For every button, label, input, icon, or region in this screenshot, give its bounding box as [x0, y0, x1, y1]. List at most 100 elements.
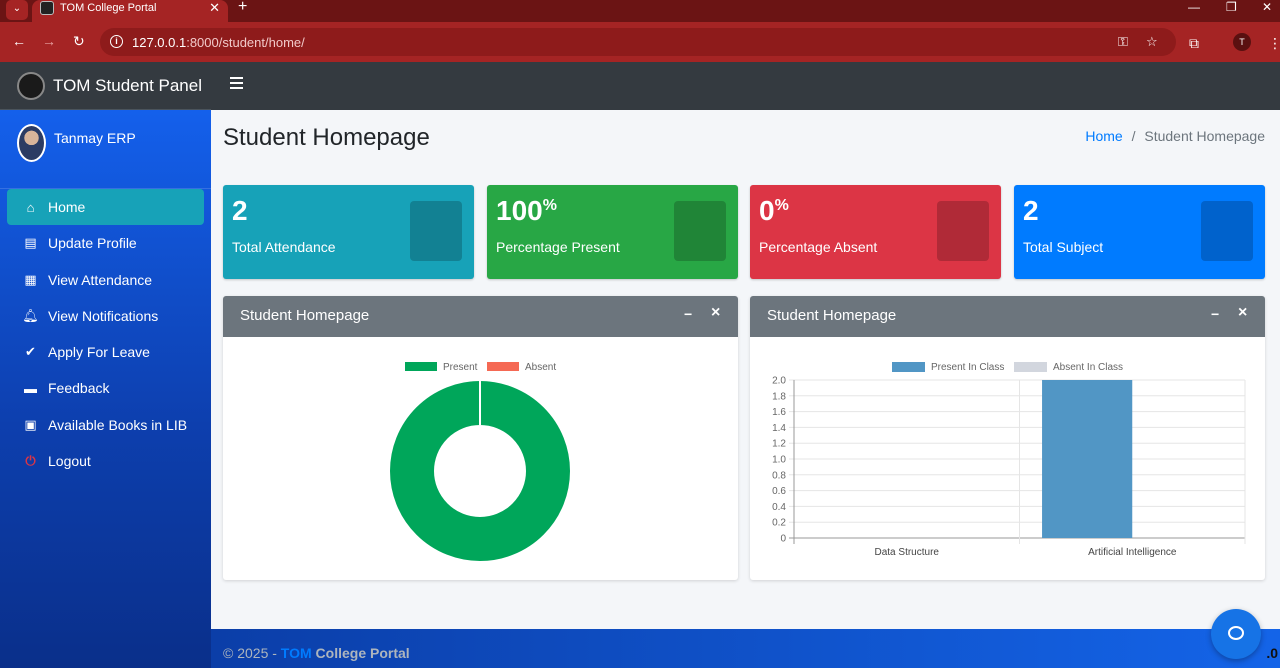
stat-number: 0	[759, 195, 775, 226]
y-tick-label: 1.8	[772, 391, 786, 402]
collapse-icon[interactable]: −	[1211, 306, 1219, 322]
subject-bar-card: Student Homepage − × Present In Class Abs…	[750, 296, 1265, 580]
stat-value: 2	[1023, 195, 1039, 227]
sidebar-item-logout[interactable]: ⏻ Logout	[7, 443, 204, 479]
chat-widget-button[interactable]	[1211, 609, 1261, 659]
footer: © 2025 - TOM College Portal .0	[211, 629, 1280, 668]
sidebar-item-label: Update Profile	[48, 235, 137, 252]
page-title: Student Homepage	[223, 124, 430, 151]
legend-label: Absent	[525, 362, 556, 373]
tab-close-icon[interactable]: ✕	[209, 0, 220, 16]
sidebar-item-label: Logout	[48, 453, 91, 470]
tab-search-button[interactable]: ⌄	[6, 0, 28, 20]
y-tick-label: 2.0	[772, 376, 786, 387]
card-header: Student Homepage − ×	[750, 296, 1265, 337]
new-tab-button[interactable]: +	[238, 0, 247, 15]
y-tick-label: 1.4	[772, 423, 786, 434]
home-icon: ⌂	[26, 199, 35, 215]
sidebar-item-library-books[interactable]: ▣ Available Books in LIB	[7, 407, 204, 443]
close-window-icon[interactable]: ✕	[1262, 0, 1272, 14]
url-text[interactable]: 127.0.0.1:8000/student/home/	[132, 35, 305, 50]
stat-value: 100%	[496, 195, 557, 227]
stat-label: Percentage Present	[496, 239, 620, 255]
sidebar-item-apply-leave[interactable]: ✔ Apply For Leave	[7, 334, 204, 370]
site-info-icon[interactable]: i	[110, 35, 123, 48]
sidebar-item-feedback[interactable]: ▬ Feedback	[7, 370, 204, 406]
user-panel: Tanmay ERP	[0, 110, 211, 189]
forward-icon[interactable]: →	[42, 34, 56, 48]
brand-link[interactable]: TOM Student Panel	[0, 62, 211, 110]
stat-box-total-attendance[interactable]: 2 Total Attendance	[223, 185, 474, 279]
stat-label: Total Attendance	[232, 239, 336, 255]
user-name[interactable]: Tanmay ERP	[54, 130, 136, 146]
remove-icon[interactable]: ×	[1238, 304, 1247, 322]
address-bar[interactable]: i 127.0.0.1:8000/student/home/ ⚿ ☆	[100, 28, 1176, 56]
sidebar: TOM Student Panel Tanmay ERP ⌂ Home ▤ Up…	[0, 62, 211, 668]
brand-text: TOM Student Panel	[53, 75, 202, 95]
footer-copyright: © 2025 - TOM College Portal	[223, 645, 410, 661]
sidebar-item-view-attendance[interactable]: ▦ View Attendance	[7, 262, 204, 298]
y-tick-label: 0.8	[772, 470, 786, 481]
y-tick-label: 0.2	[772, 518, 786, 529]
extensions-icon[interactable]: ⧉	[1189, 35, 1199, 52]
legend-label: Absent In Class	[1053, 362, 1123, 373]
legend-swatch	[892, 362, 925, 372]
calendar-minus-icon	[937, 201, 989, 261]
power-icon: ⏻	[25, 453, 36, 469]
stat-box-percentage-present[interactable]: 100% Percentage Present	[487, 185, 738, 279]
browser-toolbar: ← → ↻ i 127.0.0.1:8000/student/home/ ⚿ ☆…	[0, 22, 1280, 62]
browser-tab[interactable]: TOM College Portal ✕	[32, 0, 228, 22]
footer-brand-link[interactable]: TOM	[281, 645, 312, 661]
x-tick-label: Artificial Intelligence	[1088, 547, 1177, 558]
breadcrumb-separator: /	[1131, 128, 1136, 144]
id-card-icon: ▤	[24, 235, 37, 251]
sidebar-item-home[interactable]: ⌂ Home	[7, 189, 204, 225]
reload-icon[interactable]: ↻	[73, 34, 85, 48]
legend-swatch	[487, 362, 519, 371]
calendar-icon: ▦	[24, 271, 37, 287]
sidebar-item-update-profile[interactable]: ▤ Update Profile	[7, 225, 204, 261]
legend-swatch	[1014, 362, 1047, 372]
stat-number: 100	[496, 195, 543, 226]
stat-value: 0%	[759, 195, 789, 227]
browser-tab-bar: ⌄ TOM College Portal ✕ + — ❐ ✕	[0, 0, 1280, 22]
remove-icon[interactable]: ×	[711, 304, 720, 322]
breadcrumb: Home / Student Homepage	[1085, 128, 1265, 144]
sidebar-item-label: View Notifications	[48, 307, 159, 324]
legend-label: Present In Class	[931, 362, 1004, 373]
sidebar-item-label: Available Books in LIB	[48, 416, 188, 433]
book-icon: ▣	[24, 416, 37, 432]
chat-icon	[1228, 626, 1244, 640]
y-tick-label: 0.4	[772, 502, 786, 513]
check-icon: ✔	[25, 344, 36, 360]
key-icon[interactable]: ⚿	[1118, 34, 1128, 50]
card-header: Student Homepage − ×	[223, 296, 738, 337]
minimize-icon[interactable]: —	[1188, 0, 1200, 14]
stat-box-total-subject[interactable]: 2 Total Subject	[1014, 185, 1265, 279]
comment-icon: ▬	[24, 380, 37, 396]
stat-value: 2	[232, 195, 248, 227]
sidebar-item-view-notifications[interactable]: 🔔︎ View Notifications	[7, 298, 204, 334]
footer-version: .0	[1266, 645, 1278, 661]
tab-favicon	[40, 1, 54, 15]
breadcrumb-home-link[interactable]: Home	[1085, 128, 1122, 144]
menu-toggle-icon[interactable]	[230, 77, 243, 89]
browser-menu-icon[interactable]: ⋮	[1268, 35, 1280, 52]
copyright-text: © 2025 -	[223, 645, 277, 661]
x-tick-label: Data Structure	[875, 547, 940, 558]
maximize-icon[interactable]: ❐	[1226, 0, 1237, 14]
book-icon	[1201, 201, 1253, 261]
card-title: Student Homepage	[767, 307, 897, 324]
y-tick-label: 1.0	[772, 455, 786, 466]
breadcrumb-current: Student Homepage	[1144, 128, 1265, 144]
top-navbar	[211, 62, 1280, 110]
stat-label: Total Subject	[1023, 239, 1104, 255]
stat-box-percentage-absent[interactable]: 0% Percentage Absent	[750, 185, 1001, 279]
back-icon[interactable]: ←	[12, 34, 26, 48]
bookmark-star-icon[interactable]: ☆	[1146, 34, 1158, 50]
stat-label: Percentage Absent	[759, 239, 878, 255]
calendar-check-icon	[674, 201, 726, 261]
bell-icon: 🔔︎	[22, 307, 39, 323]
profile-avatar[interactable]: T	[1233, 33, 1251, 51]
collapse-icon[interactable]: −	[684, 306, 692, 322]
